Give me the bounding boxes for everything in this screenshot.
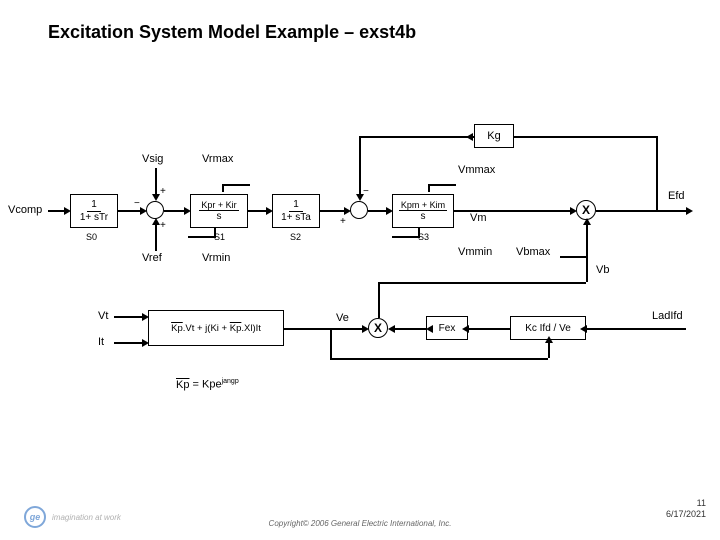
label-vcomp: Vcomp — [8, 204, 42, 216]
wire — [378, 282, 380, 318]
tr-den: 1+ sTr — [76, 212, 112, 224]
label-vb: Vb — [596, 264, 609, 276]
tr-num: 1 — [87, 199, 101, 212]
page-title: Excitation System Model Example – exst4b — [48, 22, 416, 43]
wire — [330, 328, 332, 358]
wire — [114, 342, 144, 344]
wire — [330, 358, 548, 360]
wire — [284, 328, 364, 330]
label-vref: Vref — [142, 252, 162, 264]
kp-equation: Kp = Kpejangp — [176, 378, 239, 391]
arrow-icon — [466, 133, 473, 141]
wire — [164, 210, 186, 212]
label-vsig: Vsig — [142, 153, 163, 165]
wire — [596, 210, 688, 212]
sum-junction-1 — [146, 201, 164, 219]
block-diagram: Vcomp 1 1+ sTr S0 − + + Vsig Vref Kpr + … — [0, 60, 720, 420]
pi2-text: Kpm + Kim — [399, 200, 447, 211]
label-vm: Vm — [470, 212, 487, 224]
wire — [656, 136, 658, 210]
copyright: Copyright© 2006 General Electric Interna… — [0, 519, 720, 528]
block-pi2: Kpm + Kim s — [392, 194, 454, 228]
block-ta: 1 1+ sTa — [272, 194, 320, 228]
arrow-icon — [388, 325, 395, 333]
arrow-icon — [686, 207, 693, 215]
wire — [586, 222, 588, 282]
label-it: It — [98, 336, 104, 348]
page-number: 11 — [666, 498, 706, 509]
label-ve: Ve — [336, 312, 349, 324]
label-vmmin: Vmmin — [458, 246, 492, 258]
block-kg: Kg — [474, 124, 514, 148]
ta-num: 1 — [289, 199, 303, 212]
state-s2: S2 — [290, 232, 301, 242]
wire — [118, 210, 142, 212]
wire — [359, 136, 474, 138]
sign-plus: + — [160, 186, 166, 197]
wire — [368, 210, 388, 212]
wire — [155, 223, 157, 251]
sign-plus: + — [160, 220, 166, 231]
label-vbmax: Vbmax — [516, 246, 550, 258]
arrow-icon — [545, 336, 553, 343]
exp-jangp: jangp — [222, 378, 239, 385]
sum-junction-2 — [350, 201, 368, 219]
block-pi1: Kpr + Kir s — [190, 194, 248, 228]
wire — [586, 328, 686, 330]
arrow-icon — [580, 325, 587, 333]
label-efd: Efd — [668, 190, 685, 202]
page-date: 6/17/2021 — [666, 509, 706, 520]
arrow-icon — [583, 218, 591, 225]
arrow-icon — [152, 194, 160, 201]
pi2-s: s — [419, 211, 428, 222]
wire — [320, 210, 346, 212]
vtit-expr: Kp.Vt + j(Ki + Kp.Xl)It — [171, 323, 261, 334]
pi1-s: s — [215, 211, 224, 222]
wire — [514, 136, 656, 138]
label-vt: Vt — [98, 310, 108, 322]
wire — [114, 316, 144, 318]
wire — [155, 168, 157, 196]
block-tr: 1 1+ sTr — [70, 194, 118, 228]
wire — [468, 328, 510, 330]
sign-plus: + — [340, 216, 346, 227]
arrow-icon — [356, 194, 364, 201]
label-vmmax: Vmmax — [458, 164, 495, 176]
arrow-left-icon — [462, 325, 469, 333]
wire — [248, 210, 268, 212]
label-ladifd: LadIfd — [652, 310, 683, 322]
wire — [359, 136, 361, 196]
ta-den: 1+ sTa — [277, 212, 315, 224]
label-vrmax: Vrmax — [202, 153, 233, 165]
multiplier-ve: X — [368, 318, 388, 338]
page-info: 11 6/17/2021 — [666, 498, 706, 520]
sign-minus: − — [134, 198, 140, 209]
block-vtit: Kp.Vt + j(Ki + Kp.Xl)It — [148, 310, 284, 346]
arrow-icon — [152, 218, 160, 225]
pi1-text: Kpr + Kir — [199, 200, 238, 211]
wire — [390, 328, 426, 330]
wire — [378, 282, 586, 284]
state-s0: S0 — [86, 232, 97, 242]
arrow-icon — [426, 325, 433, 333]
multiplier-main: X — [576, 200, 596, 220]
label-vrmin: Vrmin — [202, 252, 230, 264]
sign-minus: − — [363, 186, 369, 197]
